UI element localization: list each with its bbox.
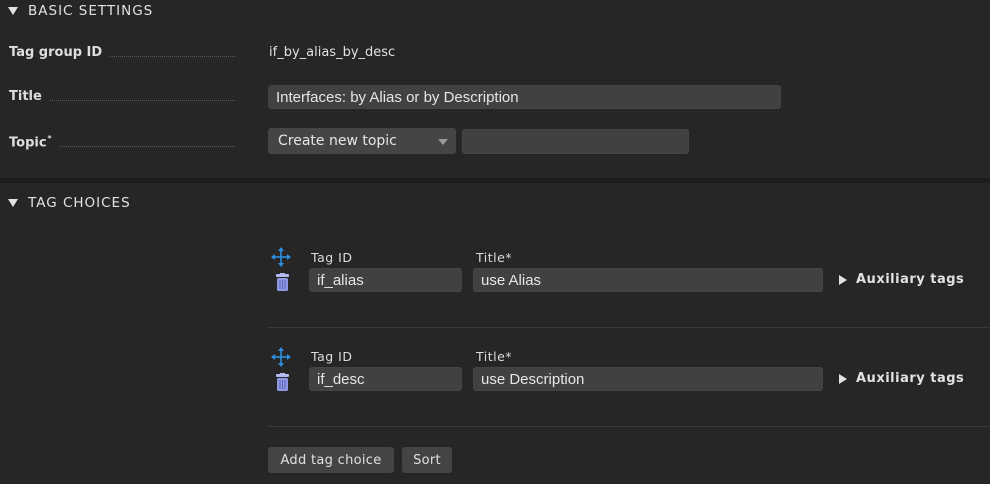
trash-icon[interactable] bbox=[275, 373, 290, 396]
auxiliary-tags-toggle[interactable]: Auxiliary tags bbox=[839, 272, 964, 287]
collapse-triangle-icon bbox=[8, 7, 18, 15]
tag-group-id-value: if_by_alias_by_desc bbox=[269, 45, 396, 60]
basic-settings-header[interactable]: BASIC SETTINGS bbox=[0, 0, 153, 22]
tag-choices-title: TAG CHOICES bbox=[28, 195, 131, 211]
tag-group-id-label: Tag group ID bbox=[9, 45, 235, 60]
tag-id-input[interactable]: if_desc bbox=[309, 367, 462, 391]
expand-triangle-icon bbox=[839, 373, 847, 384]
choice-separator bbox=[268, 426, 990, 427]
title-label: Title bbox=[9, 89, 235, 104]
auxiliary-tags-toggle[interactable]: Auxiliary tags bbox=[839, 371, 964, 386]
move-arrows-icon[interactable] bbox=[270, 246, 292, 272]
topic-select[interactable]: Create new topic bbox=[268, 128, 456, 154]
chevron-down-icon bbox=[438, 139, 448, 145]
collapse-triangle-icon bbox=[8, 199, 18, 207]
choice-separator bbox=[268, 327, 990, 328]
section-divider bbox=[0, 178, 990, 183]
tag-title-input[interactable]: use Alias bbox=[473, 268, 823, 292]
sort-button[interactable]: Sort bbox=[402, 447, 452, 473]
title-input[interactable]: Interfaces: by Alias or by Description bbox=[268, 85, 781, 109]
tag-id-input[interactable]: if_alias bbox=[309, 268, 462, 292]
title-label: Title* bbox=[476, 250, 513, 265]
tag-title-input[interactable]: use Description bbox=[473, 367, 823, 391]
add-tag-choice-button[interactable]: Add tag choice bbox=[268, 447, 394, 473]
move-arrows-icon[interactable] bbox=[270, 346, 292, 372]
tag-choices-header[interactable]: TAG CHOICES bbox=[0, 192, 131, 214]
trash-icon[interactable] bbox=[275, 273, 290, 296]
tag-id-label: Tag ID bbox=[311, 349, 353, 364]
expand-triangle-icon bbox=[839, 274, 847, 285]
new-topic-input[interactable] bbox=[462, 129, 689, 154]
tag-id-label: Tag ID bbox=[311, 250, 353, 265]
topic-label: Topic* bbox=[9, 134, 235, 150]
title-label: Title* bbox=[476, 349, 513, 364]
basic-settings-title: BASIC SETTINGS bbox=[28, 3, 154, 19]
